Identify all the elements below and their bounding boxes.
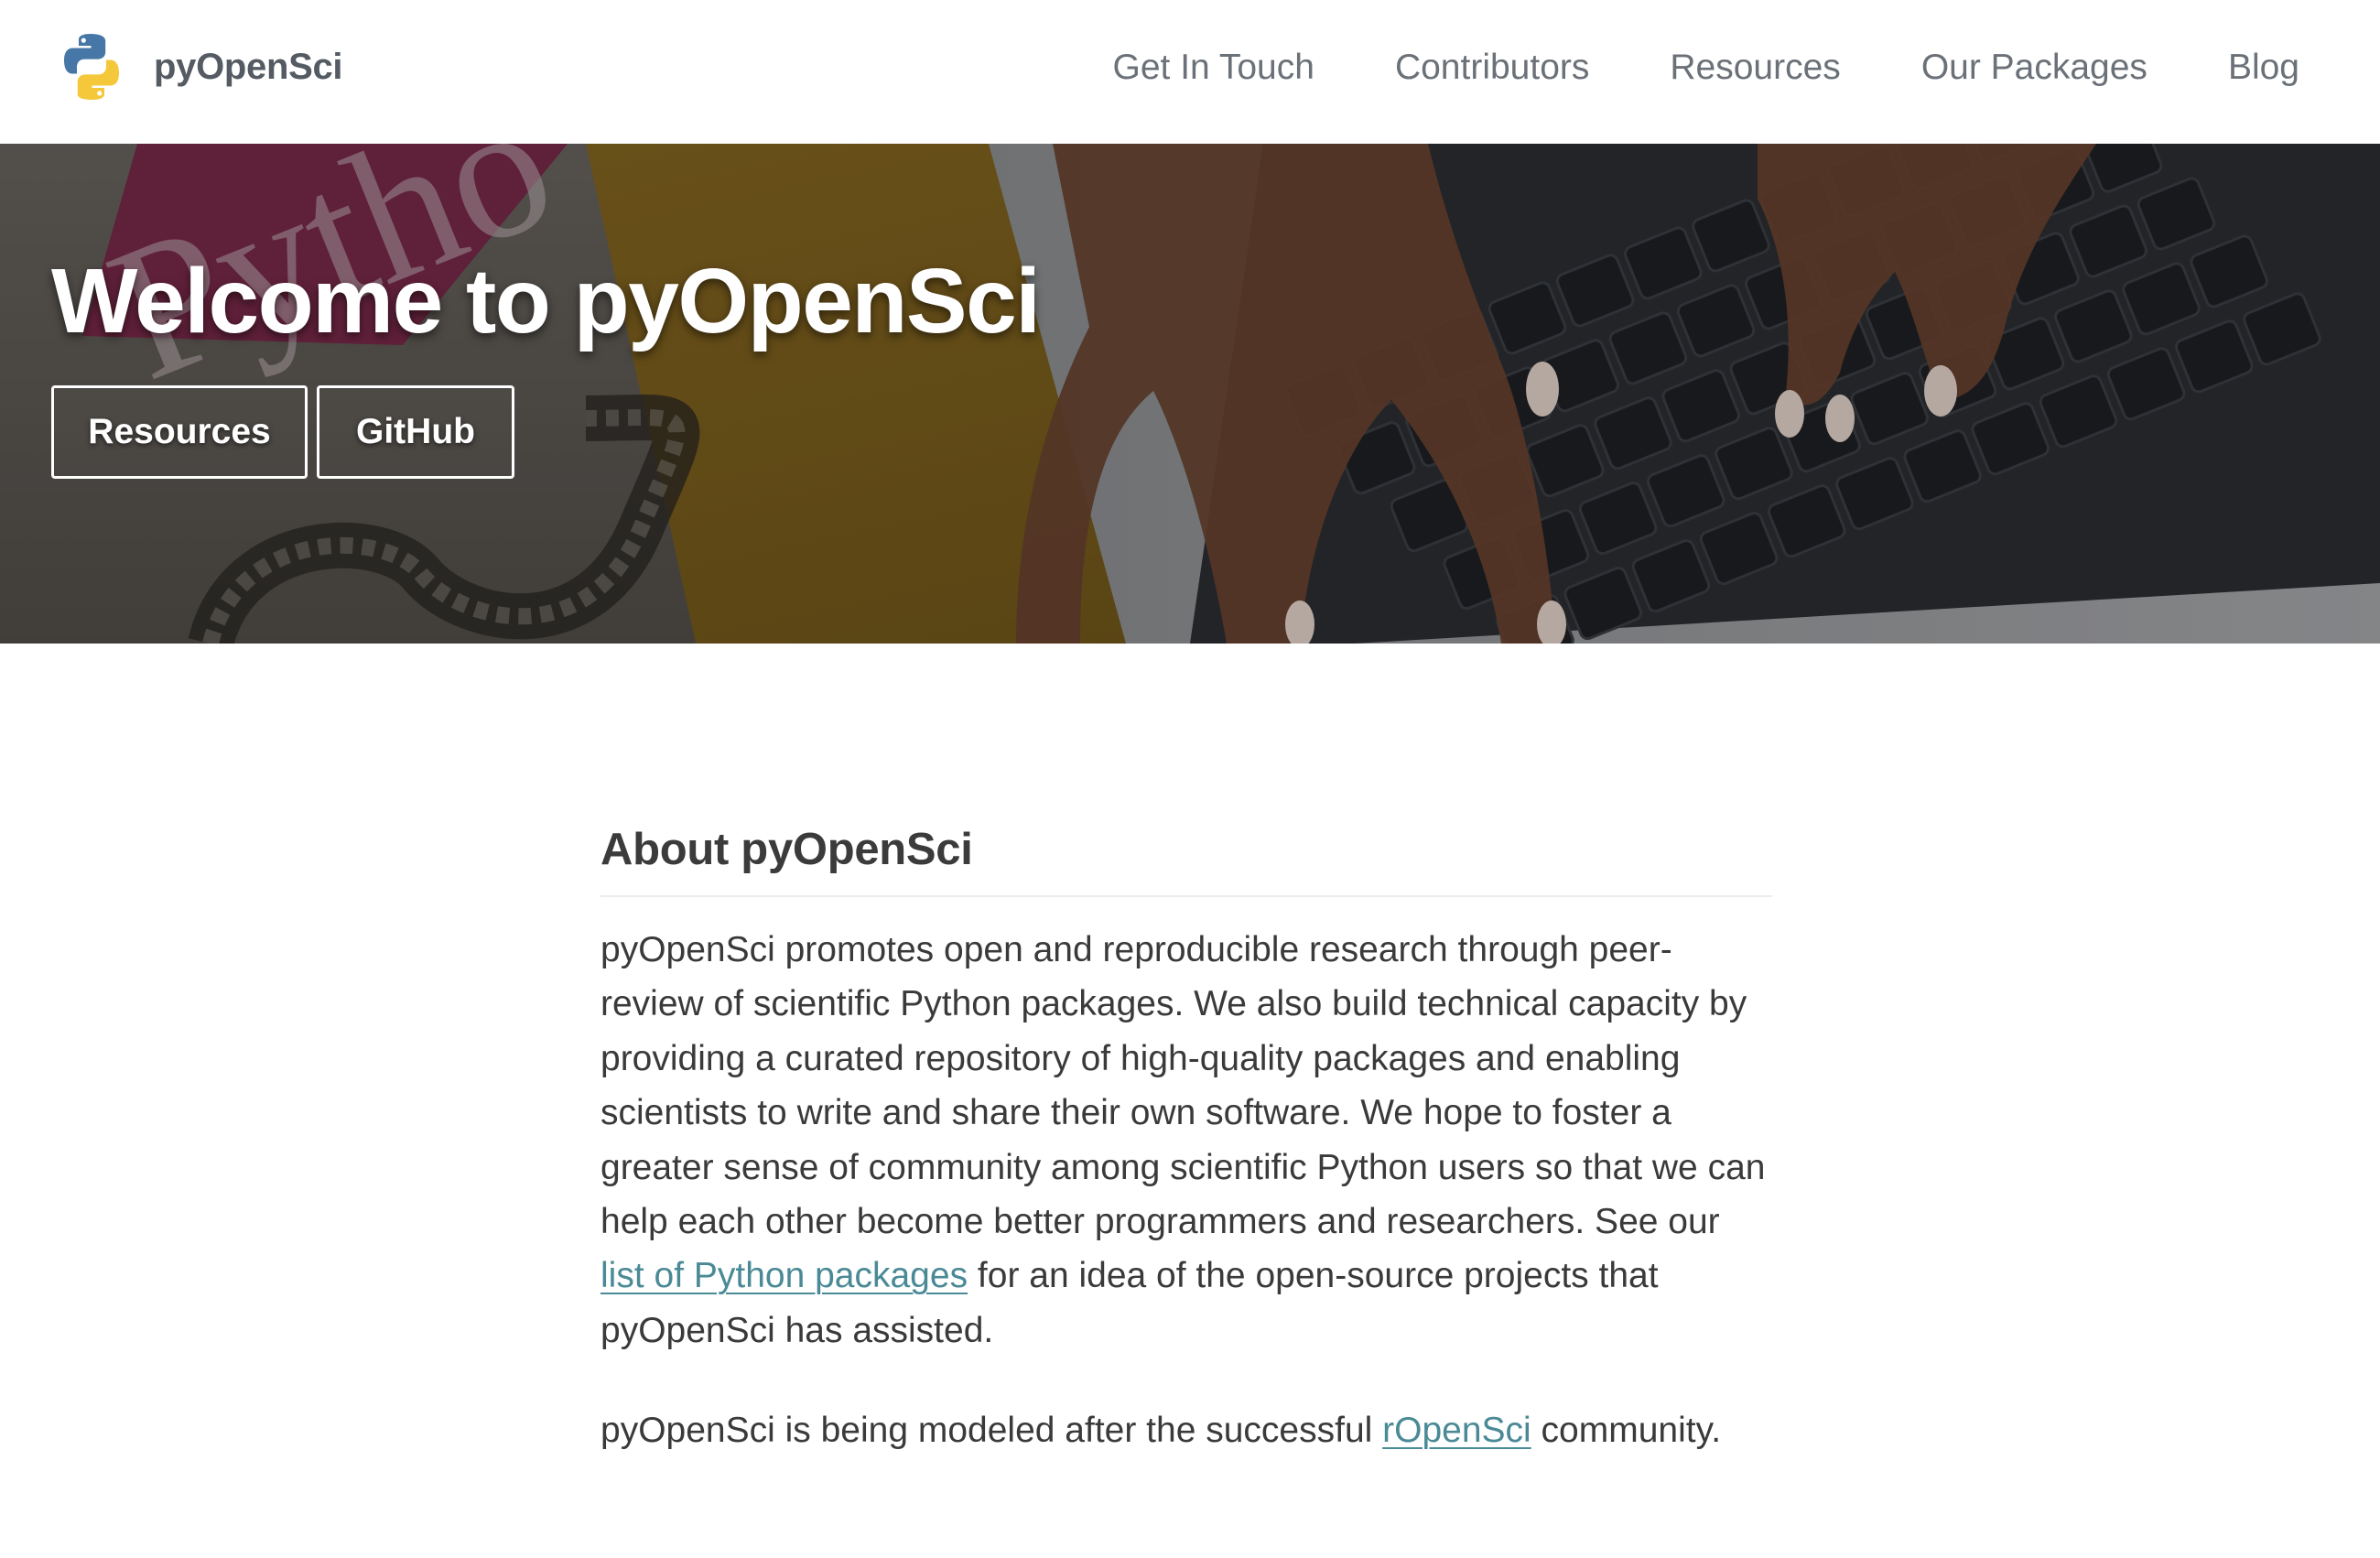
nav-item-get-in-touch[interactable]: Get In Touch: [1113, 48, 1314, 88]
hero-banner: Pytho Welcome to pyOpenSci Resources Git…: [0, 144, 2380, 644]
ropensci-link[interactable]: rOpenSci: [1382, 1411, 1531, 1450]
about-paragraph-text-start: pyOpenSci promotes open and reproducible…: [600, 930, 1766, 1242]
python-logo-icon: [55, 30, 128, 103]
nav-item-our-packages[interactable]: Our Packages: [1921, 48, 2147, 88]
python-packages-link[interactable]: list of Python packages: [600, 1256, 968, 1295]
nav-item-blog[interactable]: Blog: [2228, 48, 2299, 88]
about-heading: About pyOpenSci: [600, 824, 1772, 897]
nav-item-resources[interactable]: Resources: [1670, 48, 1840, 88]
brand-name: pyOpenSci: [154, 46, 343, 87]
ropensci-paragraph: pyOpenSci is being modeled after the suc…: [600, 1403, 1772, 1457]
main-nav: Get In Touch Contributors Resources Our …: [1033, 0, 2299, 135]
about-section: About pyOpenSci pyOpenSci promotes open …: [600, 824, 1772, 1458]
hero-github-button[interactable]: GitHub: [317, 385, 514, 479]
nav-item-contributors[interactable]: Contributors: [1395, 48, 1589, 88]
brand-home-link[interactable]: pyOpenSci: [55, 29, 343, 104]
hero-title: Welcome to pyOpenSci: [51, 250, 1041, 352]
ropensci-paragraph-text-end: community.: [1531, 1411, 1722, 1451]
hero-resources-button[interactable]: Resources: [51, 385, 308, 479]
top-navbar: pyOpenSci Get In Touch Contributors Reso…: [0, 0, 2380, 144]
about-paragraph: pyOpenSci promotes open and reproducible…: [600, 923, 1772, 1358]
ropensci-paragraph-text-start: pyOpenSci is being modeled after the suc…: [600, 1411, 1383, 1451]
